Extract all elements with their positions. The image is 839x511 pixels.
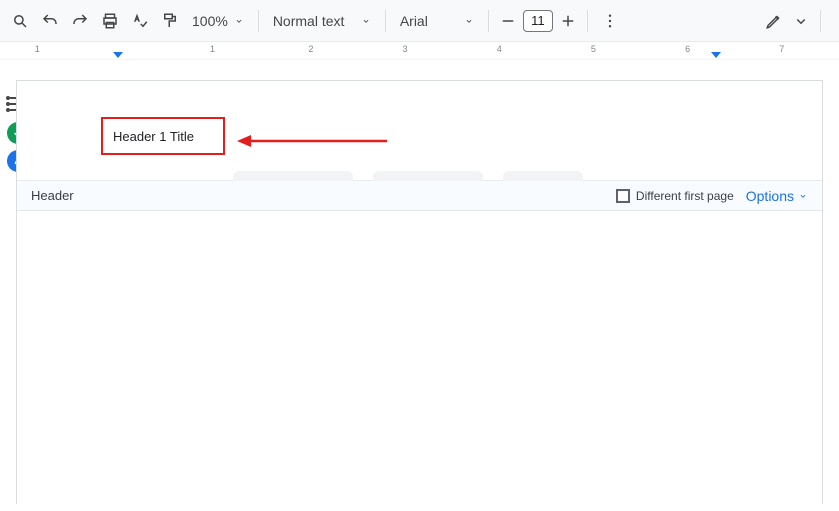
font-family-dropdown[interactable]: Arial [394, 7, 480, 35]
decrease-font-icon[interactable] [497, 7, 519, 35]
font-size-input[interactable] [523, 10, 553, 32]
right-indent-marker[interactable] [711, 52, 721, 58]
more-icon[interactable] [596, 7, 624, 35]
chevron-down-icon [798, 191, 808, 201]
ruler-number: 7 [779, 44, 784, 54]
separator [385, 10, 386, 32]
header-title-text: Header 1 Title [113, 129, 194, 144]
paragraph-style-dropdown[interactable]: Normal text [267, 7, 377, 35]
ruler-number: 2 [308, 44, 313, 54]
different-first-page-checkbox[interactable]: Different first page [616, 189, 734, 203]
print-icon[interactable] [96, 7, 124, 35]
font-family-value: Arial [400, 13, 428, 29]
options-label: Options [746, 188, 794, 204]
separator [820, 10, 821, 32]
faded-bar [233, 171, 353, 181]
chevron-down-icon [464, 16, 474, 26]
document-body[interactable] [17, 211, 822, 511]
faded-bar [373, 171, 483, 181]
paint-format-icon[interactable] [156, 7, 184, 35]
separator [587, 10, 588, 32]
zoom-value: 100% [192, 13, 228, 29]
document-header-area[interactable]: Header 1 Title [17, 81, 822, 181]
different-first-page-label: Different first page [636, 189, 734, 203]
chevron-down-icon [361, 16, 371, 26]
faded-tabs [233, 171, 583, 181]
ruler-inner: 1 1 2 3 4 5 6 7 [16, 42, 835, 59]
editing-mode-chevron-icon[interactable] [792, 7, 810, 35]
horizontal-ruler[interactable]: 1 1 2 3 4 5 6 7 [0, 42, 839, 60]
redo-icon[interactable] [66, 7, 94, 35]
header-strip-label: Header [31, 188, 74, 203]
arrow-annotation-icon [237, 134, 387, 148]
separator [488, 10, 489, 32]
ruler-number: 6 [685, 44, 690, 54]
checkbox-icon [616, 189, 630, 203]
separator [258, 10, 259, 32]
chevron-down-icon [234, 16, 244, 26]
undo-icon[interactable] [36, 7, 64, 35]
workspace: Header 1 Title Header Different first pa… [0, 60, 839, 504]
increase-font-icon[interactable] [557, 7, 579, 35]
pencil-icon[interactable] [760, 7, 788, 35]
ruler-number: 5 [591, 44, 596, 54]
ruler-number: 1 [35, 44, 40, 54]
editing-mode-group [760, 7, 833, 35]
ruler-number: 3 [403, 44, 408, 54]
search-icon[interactable] [6, 7, 34, 35]
header-options-strip: Header Different first page Options [17, 181, 822, 211]
header-options-dropdown[interactable]: Options [746, 188, 808, 204]
ruler-number: 1 [210, 44, 215, 54]
font-size-group [497, 7, 579, 35]
faded-bar [503, 171, 583, 181]
toolbar: 100% Normal text Arial [0, 0, 839, 42]
document-page: Header 1 Title Header Different first pa… [16, 80, 823, 504]
paragraph-style-value: Normal text [273, 13, 345, 29]
ruler-number: 4 [497, 44, 502, 54]
zoom-dropdown[interactable]: 100% [186, 7, 250, 35]
header-title-annotation-box: Header 1 Title [101, 117, 225, 155]
left-indent-marker[interactable] [113, 52, 123, 58]
spellcheck-icon[interactable] [126, 7, 154, 35]
